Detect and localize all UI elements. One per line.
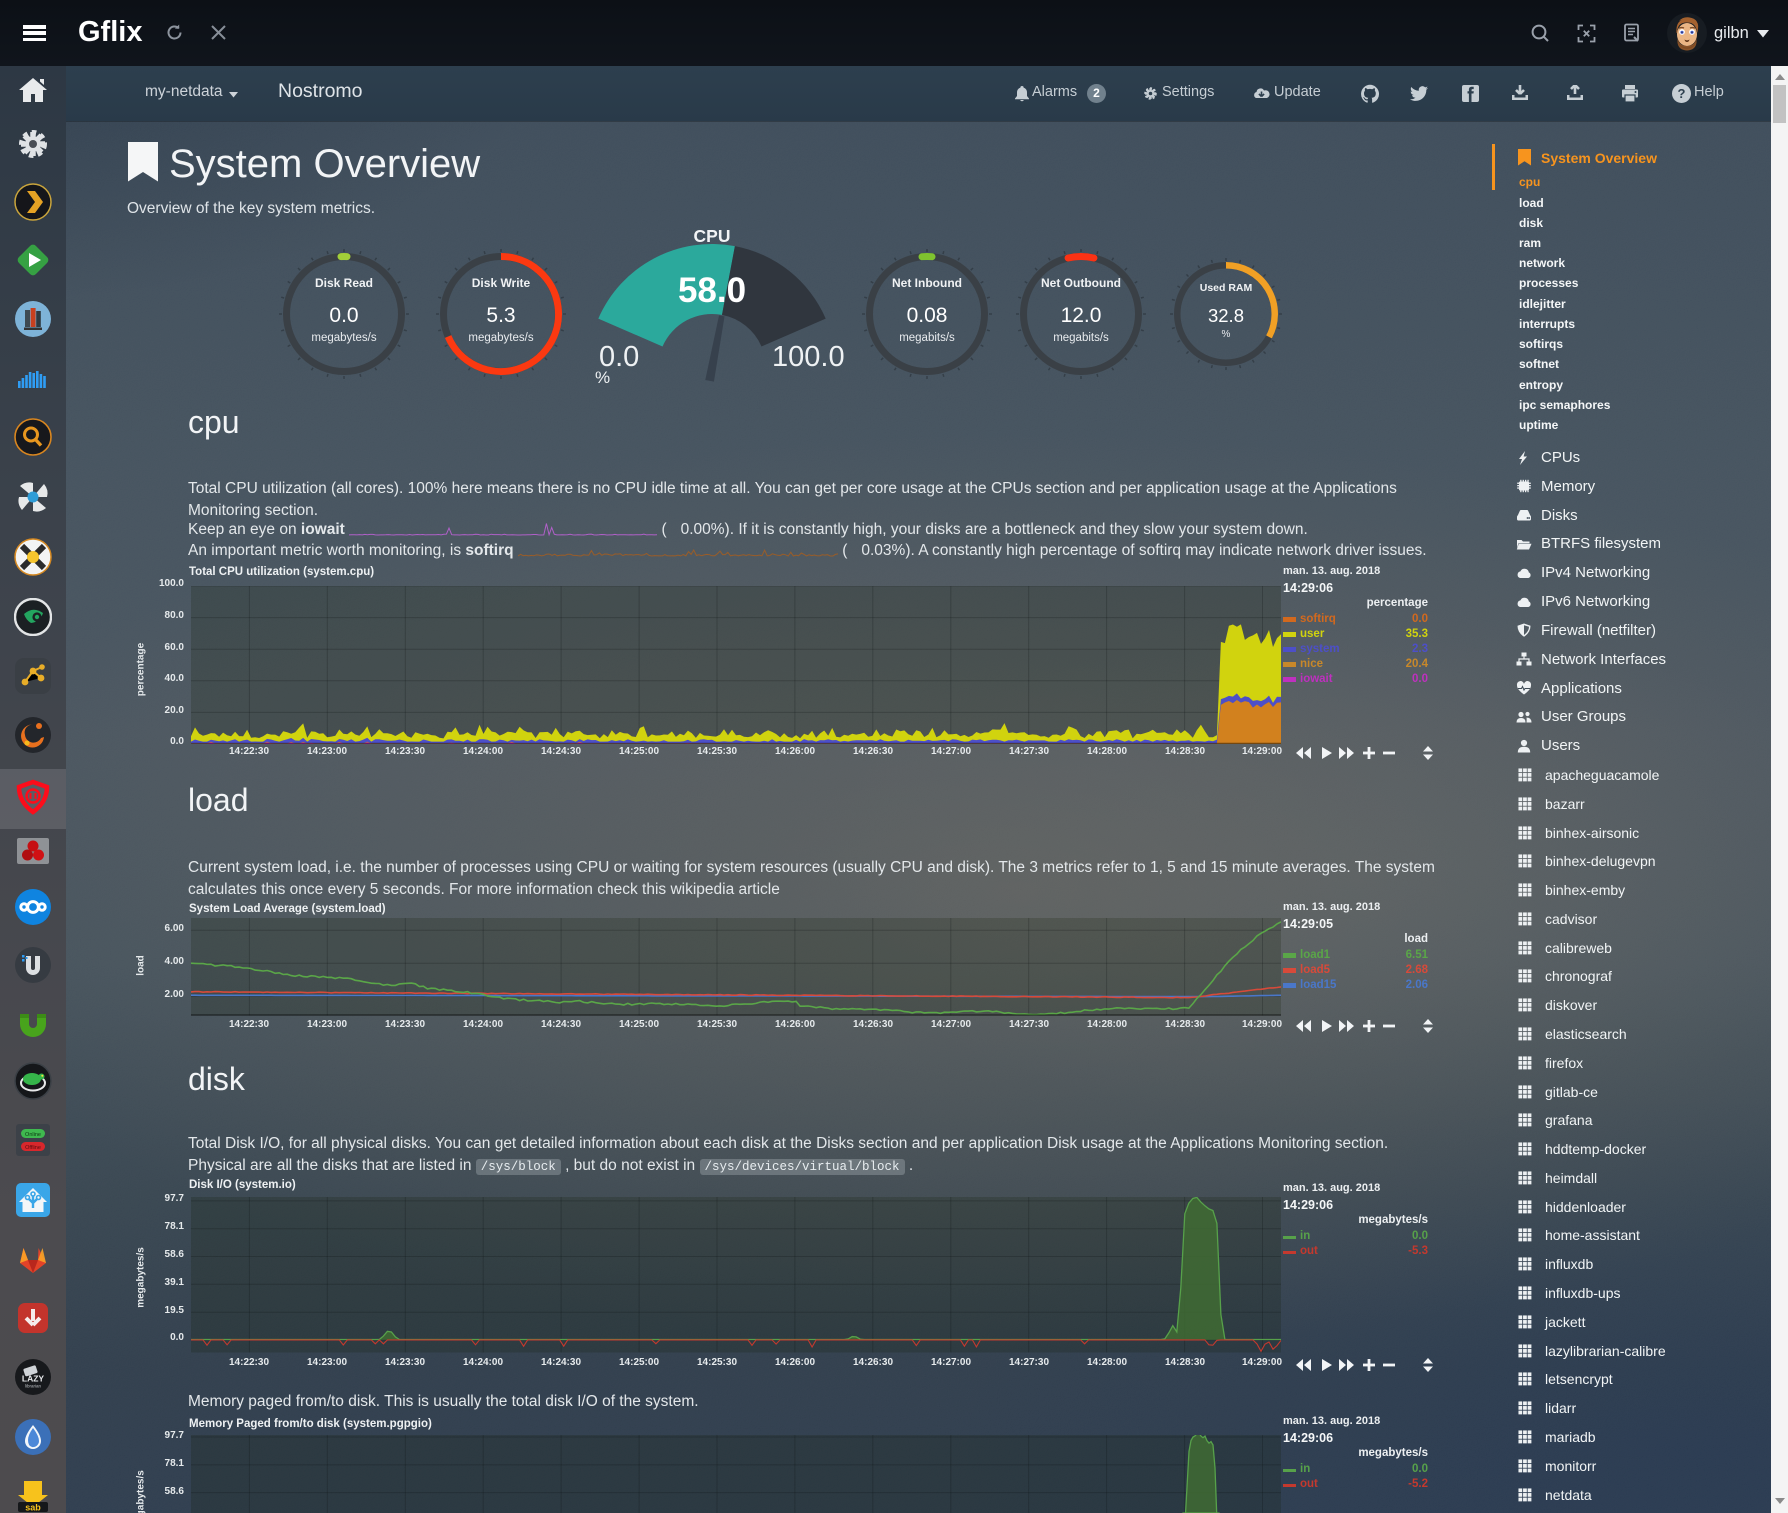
svg-text:Offline: Offline [25, 1145, 41, 1151]
svg-text:Online: Online [25, 1132, 41, 1138]
svg-text:librarian: librarian [25, 1384, 42, 1389]
svg-text:sab: sab [25, 1503, 41, 1513]
svg-text:?: ? [1678, 86, 1686, 101]
svg-text:LAZY: LAZY [22, 1374, 45, 1384]
